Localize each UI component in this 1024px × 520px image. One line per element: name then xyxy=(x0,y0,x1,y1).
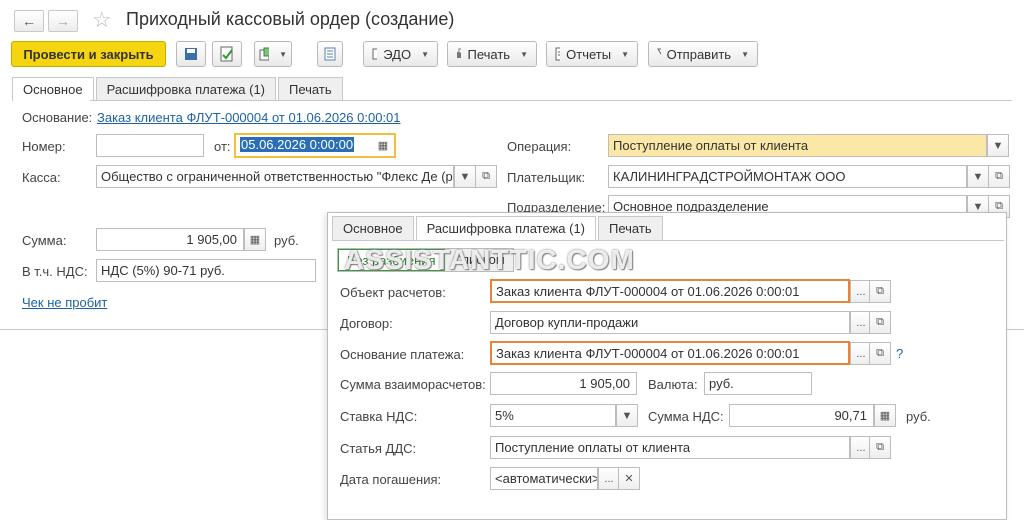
send-icon xyxy=(657,48,661,55)
open-icon[interactable]: ⧉ xyxy=(475,165,497,188)
vat-rate-select[interactable]: 5% xyxy=(490,404,616,427)
save-button[interactable] xyxy=(176,41,206,67)
operation-label: Операция: xyxy=(507,139,572,154)
settlement-label: Сумма взаиморасчетов: xyxy=(340,377,486,392)
chevron-down-icon[interactable]: ▼ xyxy=(967,165,989,188)
sum-currency: руб. xyxy=(274,233,299,248)
chevron-down-icon[interactable]: ▼ xyxy=(454,165,476,188)
cash-label: Касса: xyxy=(22,170,61,185)
payment-basis-input[interactable]: Заказ клиента ФЛУТ-000004 от 01.06.2026 … xyxy=(490,341,850,365)
operation-select[interactable]: Поступление оплаты от клиента xyxy=(608,134,987,157)
reports-button[interactable]: Отчеты ▼ xyxy=(546,41,638,67)
create-based-on-icon xyxy=(259,47,270,61)
check-not-printed-link[interactable]: Чек не пробит xyxy=(22,295,107,310)
calendar-icon[interactable]: ▦ xyxy=(372,135,394,156)
payer-input[interactable]: КАЛИНИНГРАДСТРОЙМОНТАЖ ООО xyxy=(608,165,967,188)
arrow-left-icon: ← xyxy=(22,13,36,29)
basis-link[interactable]: Заказ клиента ФЛУТ-000004 от 01.06.2026 … xyxy=(97,110,401,125)
payer-label: Плательщик: xyxy=(507,170,586,185)
list-icon xyxy=(324,47,336,61)
reports-label: Отчеты xyxy=(566,46,612,62)
date-value: 05.06.2026 0:00:00 xyxy=(240,137,355,152)
vat-sum-label: Сумма НДС: xyxy=(648,409,724,424)
open-icon[interactable]: ⧉ xyxy=(869,342,891,365)
clear-icon[interactable]: ✕ xyxy=(618,467,640,490)
tab-print[interactable]: Печать xyxy=(278,77,343,101)
reports-icon xyxy=(555,47,561,61)
tabs-divider xyxy=(90,100,1012,101)
print-button[interactable]: Печать ▼ xyxy=(447,41,537,67)
calculator-icon[interactable]: ▦ xyxy=(874,404,896,427)
cash-input[interactable]: Общество с ограниченной ответственностью… xyxy=(96,165,454,188)
calculator-icon[interactable]: ▦ xyxy=(244,228,266,251)
vat-sum-input[interactable]: 90,71 xyxy=(729,404,874,427)
basis-label: Основание: xyxy=(22,110,93,125)
chevron-down-icon: ▼ xyxy=(621,49,629,59)
post-document-icon xyxy=(220,46,233,62)
open-icon[interactable]: ⧉ xyxy=(869,436,891,459)
chevron-down-icon: ▼ xyxy=(520,49,528,59)
number-input[interactable] xyxy=(96,134,204,157)
more-icon[interactable]: ... xyxy=(598,467,620,490)
create-based-on-button[interactable]: ▼ xyxy=(254,41,292,67)
post-and-close-button[interactable]: Провести и закрыть xyxy=(11,41,166,67)
tab-main[interactable]: Основное xyxy=(12,77,94,101)
vat-rate-label: Ставка НДС: xyxy=(340,409,418,424)
chevron-down-icon[interactable]: ▼ xyxy=(616,404,638,427)
watermark: ASSISTANTTIC.COM xyxy=(344,244,635,275)
edo-label: ЭДО xyxy=(383,46,412,62)
tab-print[interactable]: Печать xyxy=(598,216,663,240)
due-date-input[interactable]: <автоматически> xyxy=(490,467,598,490)
edo-button[interactable]: ЭДО ▼ xyxy=(363,41,438,67)
star-icon[interactable]: ☆ xyxy=(92,7,112,33)
chevron-down-icon: ▼ xyxy=(421,49,429,59)
forward-button[interactable]: → xyxy=(48,10,78,32)
structure-button[interactable] xyxy=(317,41,343,67)
tab-main[interactable]: Основное xyxy=(332,216,414,240)
currency-label: Валюта: xyxy=(648,377,698,392)
object-input[interactable]: Заказ клиента ФЛУТ-000004 от 01.06.2026 … xyxy=(490,279,850,303)
print-label: Печать xyxy=(467,46,511,62)
number-label: Номер: xyxy=(22,139,66,154)
tabs-divider xyxy=(332,240,1004,241)
chevron-down-icon: ▼ xyxy=(279,49,287,59)
currency-input[interactable]: руб. xyxy=(704,372,812,395)
payment-basis-label: Основание платежа: xyxy=(340,347,465,362)
vat-field: НДС (5%) 90-71 руб. xyxy=(96,259,316,282)
object-label: Объект расчетов: xyxy=(340,285,446,300)
back-button[interactable]: ← xyxy=(14,10,44,32)
chevron-down-icon[interactable]: ▼ xyxy=(987,134,1009,157)
printer-icon xyxy=(457,48,462,58)
vat-sum-unit: руб. xyxy=(906,409,931,424)
open-icon[interactable]: ⧉ xyxy=(869,311,891,334)
due-date-label: Дата погашения: xyxy=(340,472,442,487)
cashflow-label: Статья ДДС: xyxy=(340,441,417,456)
chevron-down-icon: ▼ xyxy=(741,49,749,59)
tab-payment-breakdown[interactable]: Расшифровка платежа (1) xyxy=(415,216,597,240)
settlement-input[interactable]: 1 905,00 xyxy=(490,372,637,395)
post-button[interactable] xyxy=(212,41,242,67)
sum-label: Сумма: xyxy=(22,233,67,248)
vat-label: В т.ч. НДС: xyxy=(22,264,88,279)
cashflow-input[interactable]: Поступление оплаты от клиента xyxy=(490,436,850,459)
from-label: от: xyxy=(214,139,231,154)
open-icon[interactable]: ⧉ xyxy=(988,165,1010,188)
open-icon[interactable]: ⧉ xyxy=(869,280,891,303)
save-icon xyxy=(185,48,197,60)
arrow-right-icon: → xyxy=(56,13,70,29)
help-icon[interactable]: ? xyxy=(896,346,903,361)
window-title: Приходный кассовый ордер (создание) xyxy=(126,9,455,29)
contract-label: Договор: xyxy=(340,316,393,331)
main-tabs: Основное Расшифровка платежа (1) Печать xyxy=(12,77,345,101)
edo-icon xyxy=(372,48,378,60)
send-label: Отправить xyxy=(666,46,732,62)
overlay-tabs: Основное Расшифровка платежа (1) Печать xyxy=(332,216,665,240)
send-button[interactable]: Отправить ▼ xyxy=(648,41,758,67)
sum-input[interactable]: 1 905,00 xyxy=(96,228,244,251)
contract-input[interactable]: Договор купли-продажи xyxy=(490,311,850,334)
tab-payment-breakdown[interactable]: Расшифровка платежа (1) xyxy=(95,77,277,101)
